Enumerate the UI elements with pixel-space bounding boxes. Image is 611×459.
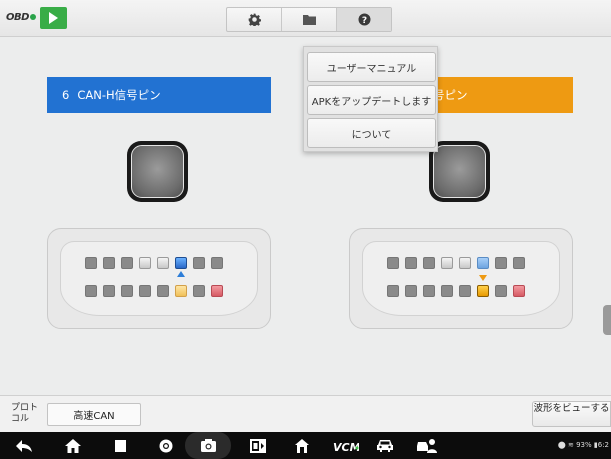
obd-logo: OBD (6, 12, 36, 23)
pin-7[interactable] (193, 257, 205, 269)
gear-icon (248, 13, 261, 26)
pin-9[interactable] (387, 285, 399, 297)
pin-15[interactable] (495, 285, 507, 297)
chrome-button[interactable] (155, 432, 177, 459)
pin-3[interactable] (423, 257, 435, 269)
pin-7[interactable] (495, 257, 507, 269)
pin-1[interactable] (387, 257, 399, 269)
back-button[interactable] (14, 432, 34, 459)
pin-8[interactable] (211, 257, 223, 269)
connector-plate (362, 241, 560, 316)
pin-5[interactable] (157, 257, 169, 269)
screen-record-button[interactable] (247, 432, 269, 459)
clock: 6:2 (597, 441, 609, 449)
selected-pin-arrow (177, 271, 185, 277)
play-icon (49, 12, 58, 24)
home-icon (65, 438, 81, 453)
top-toolbar: OBD ? (0, 0, 611, 37)
help-icon: ? (358, 13, 370, 26)
obd-connector-right (349, 228, 573, 329)
svg-text:VCM: VCM (333, 441, 359, 452)
menu-item-about[interactable]: について (307, 118, 436, 148)
location-icon: ⬤ (557, 441, 566, 449)
view-waveform-button[interactable]: 波形をビューする (532, 401, 611, 427)
home-button[interactable] (62, 432, 84, 459)
pin-12[interactable] (139, 285, 151, 297)
pin-16[interactable] (513, 285, 525, 297)
toolbar-tools: ? (226, 7, 392, 32)
screen-record-icon (250, 438, 266, 453)
protocol-label: プロトコル (11, 403, 39, 424)
recent-apps-button[interactable] (110, 432, 130, 459)
wifi-icon: ≋ (567, 441, 574, 449)
pin-13[interactable] (459, 285, 471, 297)
remote-expert-icon (417, 438, 437, 453)
signal-button-face (131, 145, 184, 198)
menu-item-update-apk[interactable]: APKをアップデートします (307, 85, 436, 115)
pin-2[interactable] (103, 257, 115, 269)
system-navigation-bar: VCM ⬤ ≋ 93% ▮6:2 (0, 432, 611, 459)
channel-header-right: 号ピン (430, 77, 573, 113)
help-dropdown-menu: ユーザーマニュアル APKをアップデートします について (303, 46, 438, 152)
pin-5[interactable] (459, 257, 471, 269)
pin-3[interactable] (121, 257, 133, 269)
pin-4[interactable] (441, 257, 453, 269)
car-button[interactable] (374, 432, 396, 459)
pin-1[interactable] (85, 257, 97, 269)
signal-button-left[interactable] (127, 141, 188, 202)
channel-label-right: 号ピン (433, 88, 468, 102)
pin-4[interactable] (139, 257, 151, 269)
obd-status-dot (29, 14, 36, 20)
pin-number: 6 (62, 88, 70, 102)
signal-button-face (433, 145, 486, 198)
chrome-icon (159, 439, 173, 452)
vcm-icon: VCM (333, 441, 359, 452)
back-icon (16, 439, 32, 452)
settings-button[interactable] (227, 8, 282, 31)
car-icon (377, 440, 393, 452)
folder-icon (302, 15, 316, 25)
status-area: ⬤ ≋ 93% ▮6:2 (558, 441, 609, 449)
svg-text:?: ? (361, 16, 366, 26)
recent-apps-icon (114, 439, 126, 452)
play-button[interactable] (40, 7, 67, 29)
vcm-button[interactable]: VCM (331, 432, 361, 459)
channel-label: CAN-H信号ピン (77, 88, 161, 102)
obd-connector-left (47, 228, 271, 329)
pin-12[interactable] (441, 285, 453, 297)
menu-item-user-manual[interactable]: ユーザーマニュアル (307, 52, 436, 82)
bottom-control-bar: プロトコル 高速CAN 波形をビューする (0, 395, 611, 432)
protocol-selector[interactable]: 高速CAN (47, 403, 141, 426)
pin-10[interactable] (405, 285, 417, 297)
pin-15[interactable] (193, 285, 205, 297)
side-drawer-handle[interactable] (603, 305, 611, 335)
camera-icon (200, 439, 216, 452)
pin-16[interactable] (211, 285, 223, 297)
pin-11[interactable] (423, 285, 435, 297)
remote-expert-button[interactable] (414, 432, 440, 459)
pin-6[interactable] (175, 257, 187, 269)
camera-button[interactable] (185, 432, 231, 459)
battery-text: 93% (576, 441, 592, 449)
pin-6[interactable] (477, 257, 489, 269)
connector-plate (60, 241, 258, 316)
autel-home-icon (295, 438, 309, 453)
autel-home-button[interactable] (292, 432, 312, 459)
pin-8[interactable] (513, 257, 525, 269)
channel-header-left: 6 CAN-H信号ピン (47, 77, 271, 113)
pin-13[interactable] (157, 285, 169, 297)
pin-9[interactable] (85, 285, 97, 297)
help-button[interactable]: ? (337, 8, 391, 31)
pin-10[interactable] (103, 285, 115, 297)
selected-pin-arrow (479, 275, 487, 281)
pin-14[interactable] (477, 285, 489, 297)
obd-logo-text: OBD (6, 12, 29, 23)
folder-button[interactable] (282, 8, 337, 31)
pin-14[interactable] (175, 285, 187, 297)
pin-11[interactable] (121, 285, 133, 297)
signal-button-right[interactable] (429, 141, 490, 202)
pin-2[interactable] (405, 257, 417, 269)
